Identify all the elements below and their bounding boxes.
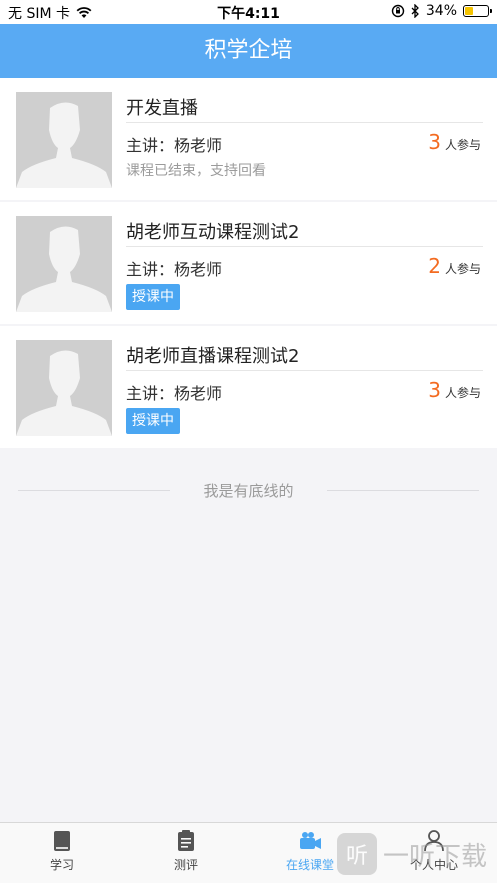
participant-suffix: 人参与 <box>444 262 481 276</box>
tab-label: 测评 <box>173 858 198 872</box>
divider <box>327 490 479 491</box>
divider <box>126 246 483 247</box>
participant-number: 2 <box>428 254 441 278</box>
user-icon <box>424 830 444 852</box>
tab-label: 在线课堂 <box>285 858 334 872</box>
tab-online-class[interactable]: 在线课堂 <box>248 829 372 873</box>
divider <box>126 122 483 123</box>
course-title: 胡老师直播课程测试2 <box>126 346 300 367</box>
participant-count: 3 人参与 <box>428 378 481 402</box>
status-bar: 无 SIM 卡 下午4:11 34% <box>0 0 497 24</box>
clipboard-icon <box>178 830 194 851</box>
course-card[interactable]: 胡老师直播课程测试2 主讲：杨老师 3 人参与 授课中 <box>0 326 497 448</box>
course-title: 开发直播 <box>126 98 198 119</box>
participant-suffix: 人参与 <box>444 138 481 152</box>
participant-count: 3 人参与 <box>428 130 481 154</box>
tab-label: 个人中心 <box>409 858 458 872</box>
tab-assessment[interactable]: 测评 <box>124 829 248 873</box>
end-of-list: 我是有底线的 <box>0 478 497 502</box>
tab-bar: 学习 测评 在线课堂 个人中心 <box>0 822 497 883</box>
course-teacher: 主讲：杨老师 <box>126 260 223 279</box>
course-thumbnail <box>16 92 112 188</box>
bluetooth-icon <box>411 4 419 18</box>
tab-profile[interactable]: 个人中心 <box>372 829 496 873</box>
avatar-placeholder-icon <box>16 340 112 436</box>
course-card[interactable]: 开发直播 主讲：杨老师 3 人参与 课程已结束，支持回看 <box>0 78 497 200</box>
battery-icon <box>463 5 492 17</box>
avatar-placeholder-icon <box>16 92 112 188</box>
course-thumbnail <box>16 340 112 436</box>
live-status-badge: 授课中 <box>126 284 180 310</box>
participant-number: 3 <box>428 130 441 154</box>
participant-count: 2 人参与 <box>428 254 481 278</box>
course-teacher: 主讲：杨老师 <box>126 136 223 155</box>
course-title: 胡老师互动课程测试2 <box>126 222 300 243</box>
orientation-lock-icon <box>391 4 405 18</box>
divider <box>126 370 483 371</box>
tab-label: 学习 <box>49 858 74 872</box>
book-icon <box>54 831 70 851</box>
course-teacher: 主讲：杨老师 <box>126 384 223 403</box>
participant-number: 3 <box>428 378 441 402</box>
course-status: 课程已结束，支持回看 <box>126 163 266 179</box>
participant-suffix: 人参与 <box>444 386 481 400</box>
avatar-placeholder-icon <box>16 216 112 312</box>
video-camera-icon <box>300 832 321 849</box>
battery-percent: 34% <box>425 3 457 19</box>
live-status-badge: 授课中 <box>126 408 180 434</box>
course-card[interactable]: 胡老师互动课程测试2 主讲：杨老师 2 人参与 授课中 <box>0 202 497 324</box>
page-title: 积学企培 <box>0 24 497 78</box>
course-thumbnail <box>16 216 112 312</box>
tab-study[interactable]: 学习 <box>0 829 124 873</box>
